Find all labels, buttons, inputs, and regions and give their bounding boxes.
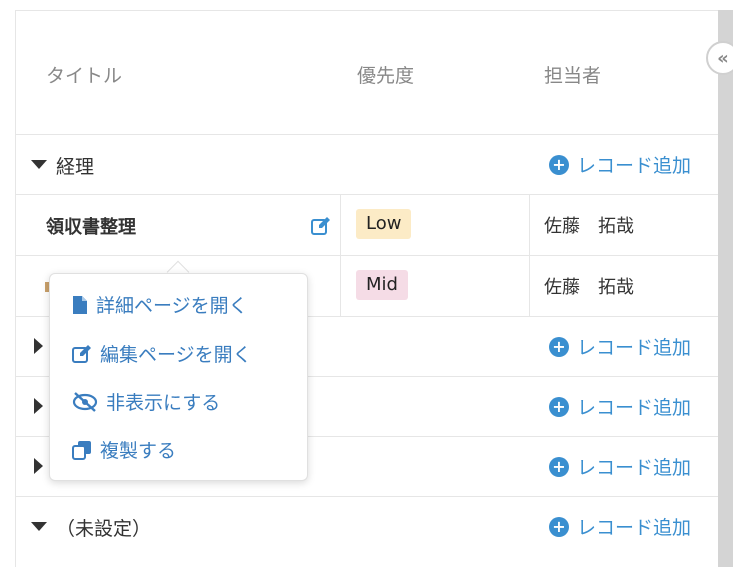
- caret-down-icon[interactable]: [31, 522, 47, 531]
- vertical-scrollbar[interactable]: [718, 10, 733, 567]
- table-row[interactable]: 領収書整理 Low 佐藤 拓哉: [16, 195, 718, 256]
- copy-icon: [72, 440, 91, 460]
- edit-icon: [72, 344, 91, 363]
- menu-item-label: 編集ページを開く: [100, 344, 252, 366]
- add-record-button[interactable]: + レコード追加: [549, 333, 691, 360]
- add-record-button[interactable]: + レコード追加: [549, 513, 691, 540]
- record-title[interactable]: 領収書整理: [46, 213, 136, 239]
- add-record-label: レコード追加: [577, 155, 692, 177]
- assignee-name: 佐藤 拓哉: [544, 216, 634, 237]
- column-header-priority[interactable]: 優先度: [357, 61, 414, 88]
- menu-item-hide[interactable]: 非表示にする: [72, 388, 220, 415]
- plus-circle-icon: +: [549, 336, 569, 357]
- column-header-title[interactable]: タイトル: [46, 61, 122, 88]
- menu-item-duplicate[interactable]: 複製する: [72, 436, 176, 463]
- column-divider: [340, 195, 341, 255]
- plus-circle-icon: +: [549, 154, 569, 175]
- caret-down-icon[interactable]: [31, 160, 47, 169]
- collapse-panel-button[interactable]: «: [706, 41, 733, 75]
- menu-item-label: 非表示にする: [106, 392, 221, 414]
- kanban-list-view: タイトル 優先度 担当者 経理 + レコード追加 領収書整理 Low 佐藤 拓哉…: [0, 0, 733, 567]
- menu-item-label: 詳細ページを開く: [96, 295, 248, 317]
- priority-badge: Low: [356, 209, 412, 239]
- group-label: （未設定）: [56, 518, 152, 540]
- add-record-label: レコード追加: [577, 517, 692, 539]
- add-record-button[interactable]: + レコード追加: [549, 453, 691, 480]
- document-icon: [73, 295, 87, 314]
- plus-circle-icon: +: [549, 396, 569, 417]
- priority-badge: Mid: [356, 270, 408, 300]
- column-divider: [340, 256, 341, 316]
- context-menu: 詳細ページを開く 編集ページを開く 非表示にする 複製する: [49, 273, 308, 481]
- group-row-keiri[interactable]: 経理 + レコード追加: [16, 135, 718, 195]
- group-label: 経理: [56, 156, 95, 178]
- caret-right-icon[interactable]: [34, 398, 43, 414]
- menu-item-label: 複製する: [100, 440, 177, 462]
- assignee-name: 佐藤 拓哉: [544, 277, 634, 298]
- edit-icon[interactable]: [310, 215, 332, 237]
- add-record-label: レコード追加: [577, 337, 692, 359]
- table-header: タイトル 優先度 担当者: [16, 11, 718, 135]
- menu-item-open-detail[interactable]: 詳細ページを開く: [72, 291, 248, 318]
- caret-right-icon[interactable]: [34, 458, 43, 474]
- plus-circle-icon: +: [549, 456, 569, 477]
- group-row-unset[interactable]: （未設定） + レコード追加: [16, 497, 718, 557]
- column-header-assignee[interactable]: 担当者: [544, 61, 601, 88]
- add-record-button[interactable]: + レコード追加: [549, 393, 691, 420]
- menu-item-open-edit[interactable]: 編集ページを開く: [72, 340, 252, 367]
- eye-slash-icon: [72, 391, 98, 412]
- add-record-label: レコード追加: [577, 397, 692, 419]
- column-divider: [529, 256, 530, 316]
- double-chevron-left-icon: «: [717, 47, 729, 69]
- column-divider: [529, 195, 530, 255]
- add-record-label: レコード追加: [577, 457, 692, 479]
- caret-right-icon[interactable]: [34, 338, 43, 354]
- add-record-button[interactable]: + レコード追加: [549, 151, 691, 178]
- plus-circle-icon: +: [549, 516, 569, 537]
